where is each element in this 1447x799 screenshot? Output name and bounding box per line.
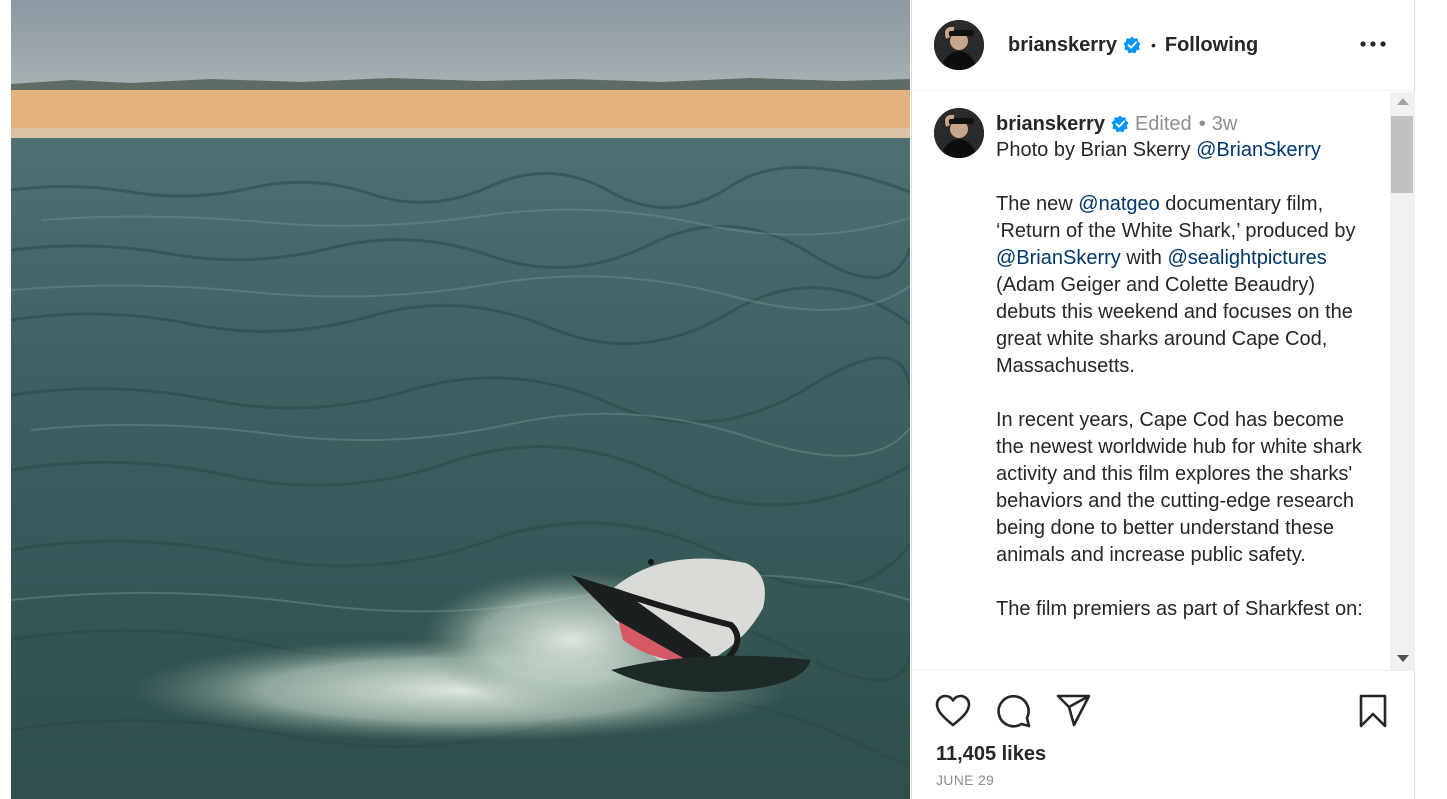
post-header: brianskerry • Following [912, 0, 1415, 91]
caption-header: brianskerry Edited • 3w [996, 110, 1237, 138]
caption-paragraph: The film premiers as part of Sharkfest o… [996, 598, 1363, 620]
post-actions: 11,405 likes JUNE 29 [912, 670, 1415, 799]
post-date[interactable]: JUNE 29 [936, 772, 994, 788]
separator-dot: • [1150, 37, 1156, 53]
header-user-line: brianskerry • Following [1008, 30, 1258, 60]
verified-badge-icon [1111, 115, 1129, 133]
caption-credit: Photo by Brian Skerry @BrianSkerry [996, 139, 1321, 161]
likes-count[interactable]: 11,405 likes [936, 743, 1046, 766]
post-side-panel: brianskerry • Following brianskerry Edit… [911, 0, 1415, 799]
separator-dot: • [1198, 112, 1206, 135]
window-right-edge [1415, 0, 1447, 799]
following-button[interactable]: Following [1165, 34, 1258, 57]
post-photo[interactable] [11, 0, 910, 799]
mention-link[interactable]: @natgeo [1078, 193, 1159, 215]
window-left-edge [0, 0, 11, 799]
scroll-down-arrow-icon[interactable] [1397, 655, 1409, 662]
caption-username-link[interactable]: brianskerry [996, 113, 1105, 136]
bookmark-icon[interactable] [1353, 691, 1393, 731]
mention-link[interactable]: @BrianSkerry [1196, 139, 1321, 161]
verified-badge-icon [1123, 36, 1141, 54]
caption-scroll-area[interactable]: brianskerry Edited • 3w Photo by Brian S… [912, 92, 1390, 670]
username-link[interactable]: brianskerry [1008, 34, 1117, 57]
heart-icon[interactable] [933, 691, 973, 731]
share-icon[interactable] [1054, 691, 1094, 731]
caption-paragraph: In recent years, Cape Cod has become the… [996, 409, 1362, 566]
mention-link[interactable]: @sealightpictures [1167, 247, 1326, 269]
edited-label: Edited [1134, 112, 1192, 135]
avatar[interactable] [934, 20, 984, 70]
caption-text: Photo by Brian Skerry @BrianSkerry The n… [996, 137, 1376, 650]
caption-paragraph: The new @natgeo documentary film, ‘Retur… [996, 193, 1356, 377]
scrollbar-thumb[interactable] [1391, 116, 1413, 193]
mention-link[interactable]: @BrianSkerry [996, 247, 1121, 269]
caption-avatar[interactable] [934, 108, 984, 158]
caption-scrollbar[interactable] [1390, 92, 1415, 670]
post-time-ago[interactable]: 3w [1212, 113, 1238, 136]
more-horizontal-icon[interactable] [1359, 32, 1387, 56]
scroll-up-arrow-icon[interactable] [1397, 98, 1409, 105]
comment-icon[interactable] [994, 691, 1034, 731]
